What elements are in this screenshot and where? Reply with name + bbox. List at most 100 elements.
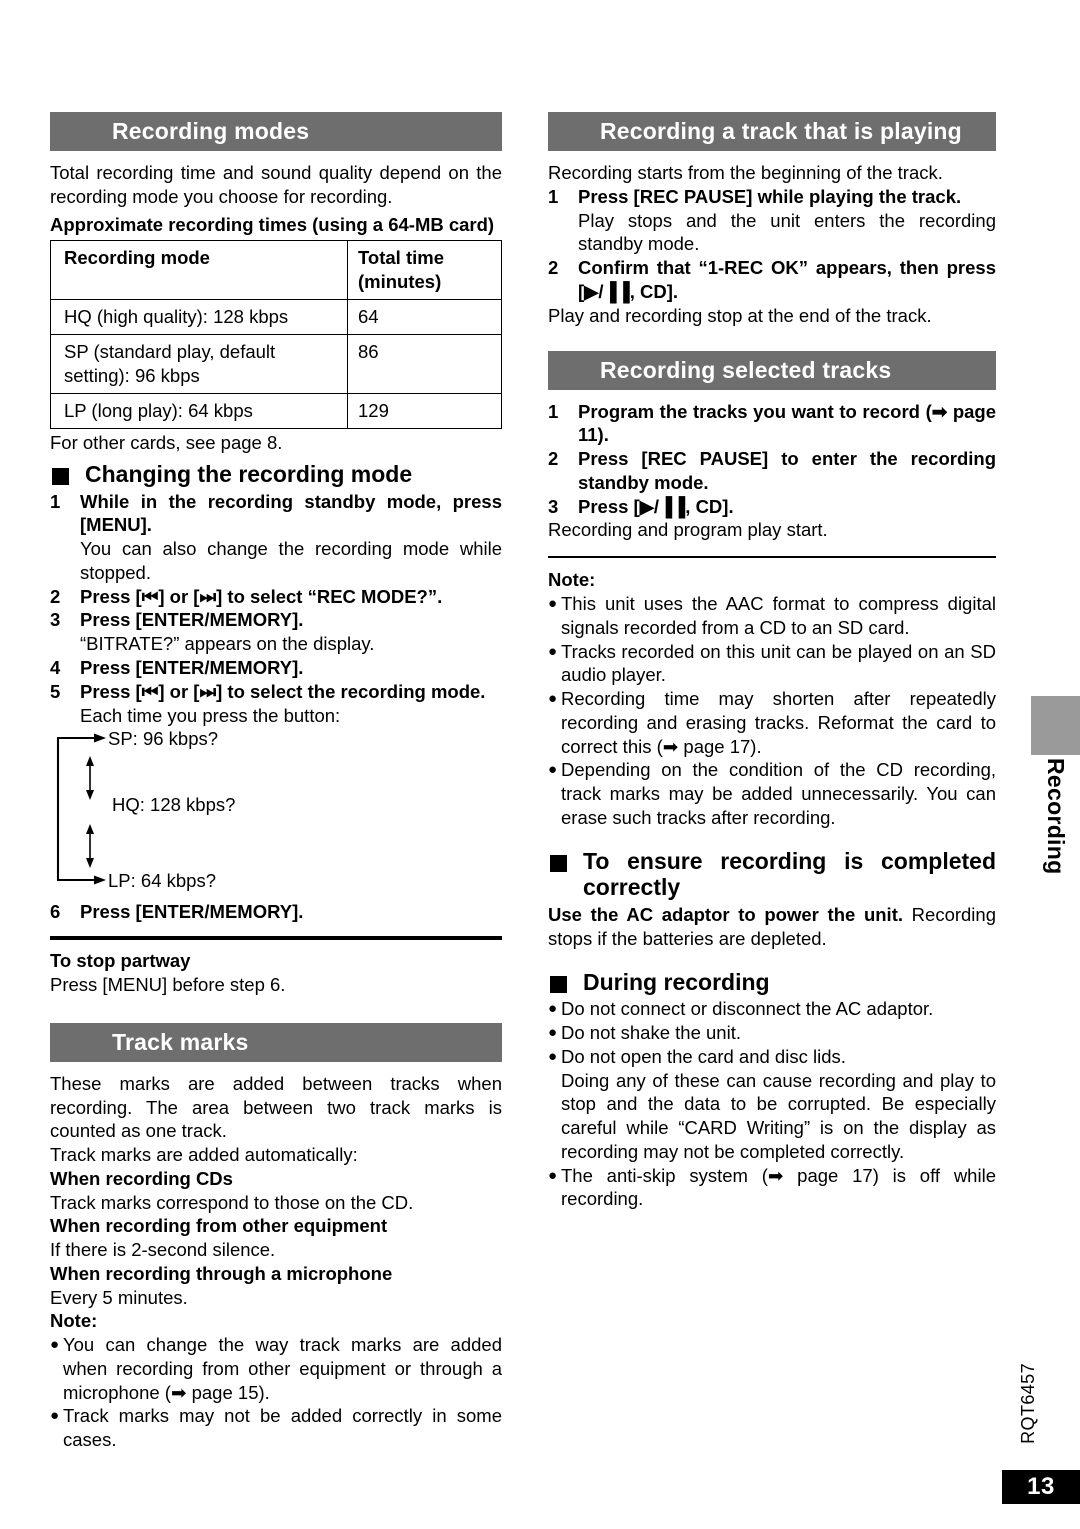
table-header-total-time-line2: (minutes)	[358, 270, 442, 292]
table-header-recording-mode: Recording mode	[50, 240, 348, 301]
step-6: 6 Press [ENTER/MEMORY].	[50, 900, 502, 924]
list-item: ● This unit uses the AAC format to compr…	[548, 592, 996, 640]
arrowhead-lp	[94, 875, 106, 885]
table-header-total-time-line1: Total time	[358, 247, 444, 269]
step-number: 2	[548, 257, 559, 279]
table-header-row: Recording mode Total time (minutes)	[50, 240, 502, 301]
bullet-dot-icon: ●	[50, 1407, 60, 1425]
step-number: 6	[50, 901, 61, 923]
subsection-heading-text: During recording	[583, 968, 770, 995]
recording-modes-intro: Total recording time and sound quality d…	[50, 162, 502, 207]
step-1-note: Play stops and the unit enters the recor…	[578, 209, 996, 255]
list-item: ● Do not open the card and disc lids.	[548, 1045, 996, 1069]
recording-times-caption: Approximate recording times (using a 64-…	[50, 213, 495, 235]
section-header-track-marks: Track marks	[50, 1022, 502, 1062]
bullet-dot-icon: ●	[50, 1336, 60, 1354]
list-item: ● Do not shake the unit.	[548, 1021, 996, 1045]
bullet-text: Do not connect or disconnect the AC adap…	[561, 998, 934, 1020]
track-marks-sub1-text: Track marks correspond to those on the C…	[50, 1191, 414, 1213]
note-text: Recording time may shorten after repeate…	[561, 688, 996, 757]
step-2: 2 Confirm that “1-REC OK” appears, then …	[548, 256, 996, 304]
list-item: ● The anti-skip system (➡ page 17) is of…	[548, 1164, 996, 1212]
section-header-recording-playing-track: Recording a track that is playing	[548, 112, 996, 152]
during-recording-list: ● Do not connect or disconnect the AC ad…	[548, 997, 996, 1211]
bullet-text: Do not shake the unit.	[561, 1021, 741, 1043]
step-text: Press [ENTER/MEMORY].	[80, 657, 304, 679]
other-cards-note: For other cards, see page 8.	[50, 432, 283, 454]
table-cell-mode: HQ (high quality): 128 kbps	[50, 299, 348, 336]
list-item: ● Tracks recorded on this unit can be pl…	[548, 640, 996, 688]
recording-selected-tracks-after: Recording and program play start.	[548, 519, 828, 541]
bullet-dot-icon: ●	[548, 595, 558, 612]
subsection-heading-text: Changing the recording mode	[85, 460, 413, 487]
step-3: 3 Press [▶/▐▐, CD].	[548, 495, 996, 519]
step-text: Program the tracks you want to record (➡…	[578, 400, 996, 446]
list-item: ● You can change the way track marks are…	[50, 1333, 502, 1404]
track-marks-para1: These marks are added between tracks whe…	[50, 1072, 502, 1142]
step-text: Press [REC PAUSE] while playing the trac…	[578, 185, 962, 207]
track-marks-sub2-heading: When recording from other equipment	[50, 1215, 388, 1237]
table-cell-time: 64	[347, 299, 502, 336]
list-item: ● Do not connect or disconnect the AC ad…	[548, 997, 996, 1021]
bullet-text: The anti-skip system (➡ page 17) is off …	[561, 1164, 996, 1210]
recording-playing-track-after: Play and recording stop at the end of th…	[548, 304, 932, 326]
note-text: Depending on the condition of the CD rec…	[561, 759, 996, 828]
track-marks-para2: Track marks are added automatically:	[50, 1144, 358, 1166]
section-header-recording-modes: Recording modes	[50, 112, 502, 152]
double-arrow-2-up	[86, 824, 94, 835]
table-cell-time: 86	[347, 334, 502, 394]
track-marks-sub3-text: Every 5 minutes.	[50, 1286, 188, 1308]
step-number: 1	[548, 185, 559, 207]
during-recording-continuation: Doing any of these can cause recording a…	[561, 1069, 996, 1162]
step-5: 5 Press [⏮] or [⏭] to select the recordi…	[50, 680, 502, 704]
bullet-dot-icon: ●	[548, 690, 558, 708]
subsection-during-recording: During recording	[548, 969, 996, 996]
table-cell-mode: SP (standard play, default setting): 96 …	[50, 334, 348, 394]
flow-label-lp: LP: 64 kbps?	[108, 870, 216, 892]
bullet-dot-icon: ●	[548, 642, 558, 660]
step-text: Press [ENTER/MEMORY].	[80, 609, 304, 631]
step-text: Press [⏮] or [⏭] to select the recording…	[80, 680, 486, 702]
bullet-text: Do not open the card and disc lids.	[561, 1045, 846, 1067]
table-header-total-time: Total time (minutes)	[347, 240, 502, 301]
recording-mode-cycle-diagram: SP: 96 kbps? HQ: 128 kbps? LP: 64 kbps?	[50, 728, 502, 900]
step-1: 1 Press [REC PAUSE] while playing the tr…	[548, 185, 996, 209]
page-number-badge: 13	[1002, 1470, 1080, 1504]
side-tab-label: Recording	[1043, 758, 1069, 875]
step-4: 4 Press [ENTER/MEMORY].	[50, 656, 502, 680]
subsection-heading-text: To ensure recording is completed correct…	[583, 847, 996, 901]
step-number: 2	[548, 448, 559, 470]
table-row: LP (long play): 64 kbps 129	[50, 392, 502, 430]
recording-times-table: Recording mode Total time (minutes) HQ (…	[50, 240, 502, 430]
subsection-ensure-recording-completed: To ensure recording is completed correct…	[548, 848, 996, 901]
step-1: 1 While in the recording standby mode, p…	[50, 490, 502, 538]
step-text: Confirm that “1-REC OK” appears, then pr…	[578, 257, 996, 302]
step-2: 2 Press [⏮] or [⏭] to select “REC MODE?”…	[50, 585, 502, 609]
to-stop-partway-text: Press [MENU] before step 6.	[50, 973, 286, 995]
step-3: 3 Press [ENTER/MEMORY].	[50, 608, 502, 632]
step-text: Press [⏮] or [⏭] to select “REC MODE?”.	[80, 585, 443, 607]
flow-label-sp: SP: 96 kbps?	[108, 728, 219, 750]
step-text: While in the recording standby mode, pre…	[80, 490, 502, 536]
track-marks-note-list: ● You can change the way track marks are…	[50, 1333, 502, 1452]
bullet-dot-icon: ●	[548, 1000, 558, 1018]
bullet-dot-icon: ●	[548, 1047, 558, 1065]
step-number: 3	[50, 609, 61, 631]
note-text: This unit uses the AAC format to compres…	[561, 593, 996, 638]
track-marks-sub2-text: If there is 2-second silence.	[50, 1239, 276, 1261]
document-code: RQT6457	[1018, 1363, 1038, 1444]
recording-playing-track-intro: Recording starts from the beginning of t…	[548, 162, 943, 184]
to-stop-partway-heading: To stop partway	[50, 950, 191, 972]
step-text: Press [▶/▐▐, CD].	[578, 495, 734, 517]
track-marks-note-label: Note:	[50, 1310, 98, 1332]
section-header-recording-selected-tracks: Recording selected tracks	[548, 350, 996, 390]
left-column: Recording modes Total recording time and…	[50, 112, 502, 1452]
double-arrow-1-up	[86, 756, 94, 767]
square-bullet-icon	[550, 854, 567, 872]
list-item: ● Recording time may shorten after repea…	[548, 687, 996, 758]
step-text: Press [ENTER/MEMORY].	[80, 901, 304, 923]
list-item: ● Depending on the condition of the CD r…	[548, 758, 996, 829]
bullet-dot-icon: ●	[548, 1023, 558, 1041]
double-arrow-2-down	[86, 858, 94, 869]
note-label: Note:	[548, 569, 596, 591]
